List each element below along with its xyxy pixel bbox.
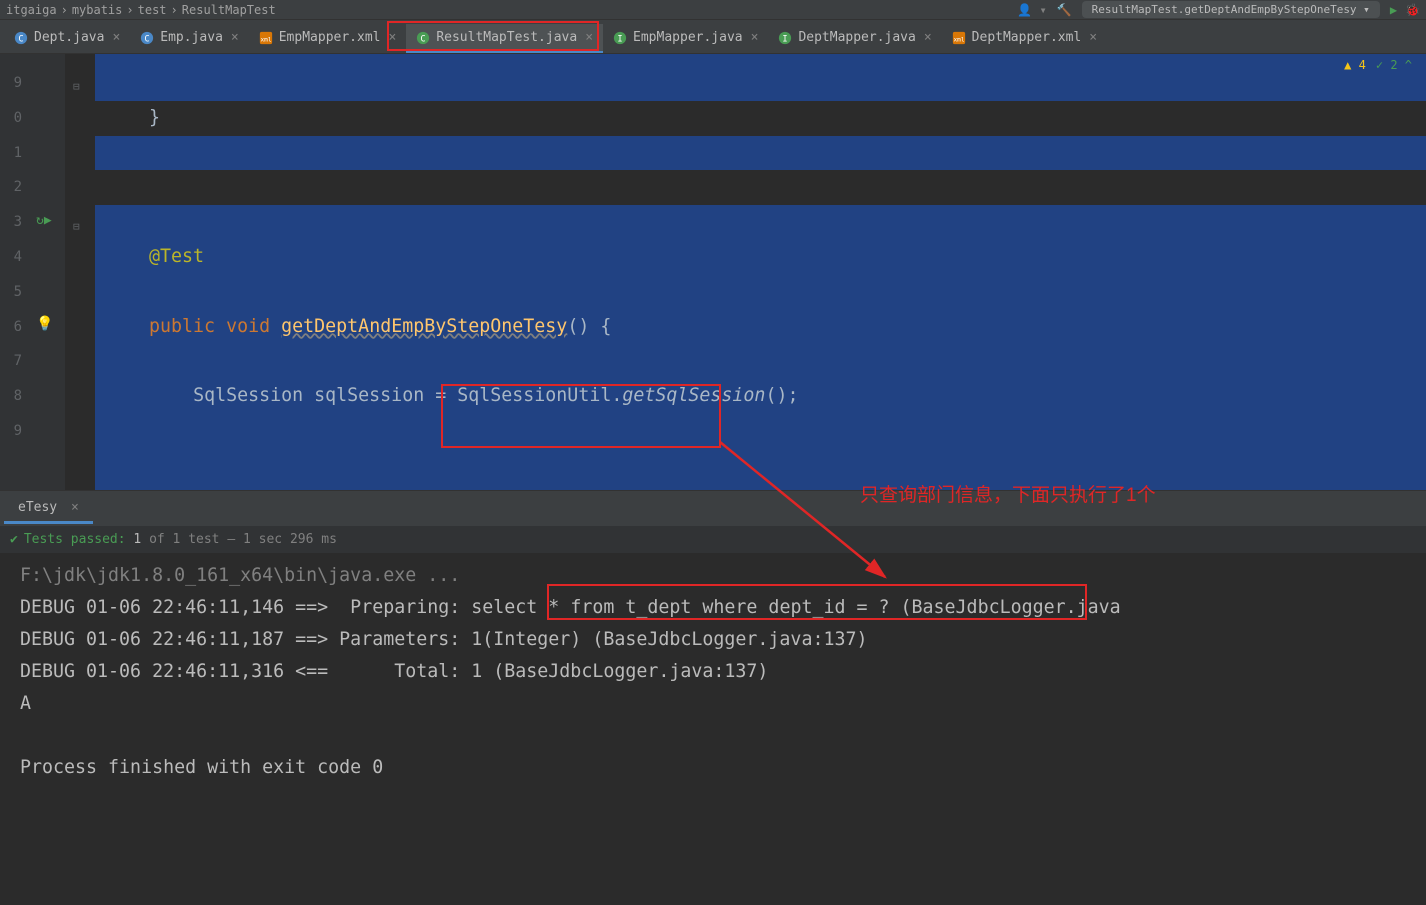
tab-empmapper-xml[interactable]: xml EmpMapper.xml × <box>249 24 407 53</box>
fold-icon[interactable]: ⊟ <box>73 70 80 105</box>
run-panel-tabs: eTesy × <box>0 490 1426 526</box>
tab-label: DeptMapper.xml <box>972 30 1082 45</box>
breadcrumb-item[interactable]: itgaiga <box>6 3 57 17</box>
code-brace: } <box>149 107 160 128</box>
breadcrumb-item[interactable]: ResultMapTest <box>182 3 276 17</box>
java-interface-icon: I <box>778 31 792 45</box>
console-output[interactable]: F:\jdk\jdk1.8.0_161_x64\bin\java.exe ...… <box>0 554 1426 905</box>
close-icon[interactable]: × <box>1089 30 1097 45</box>
run-config-dropdown[interactable]: ResultMapTest.getDeptAndEmpByStepOneTesy… <box>1082 1 1380 18</box>
close-icon[interactable]: × <box>585 30 593 45</box>
close-icon[interactable]: × <box>231 30 239 45</box>
tab-label: EmpMapper.java <box>633 30 743 45</box>
svg-text:I: I <box>617 34 622 44</box>
chevron-right-icon: › <box>61 3 68 17</box>
svg-text:C: C <box>421 34 426 44</box>
check-icon: ✔ <box>10 532 18 547</box>
console-line: F:\jdk\jdk1.8.0_161_x64\bin\java.exe ... <box>0 560 1426 592</box>
tab-emp-java[interactable]: C Emp.java × <box>130 24 248 53</box>
svg-text:C: C <box>145 34 150 44</box>
breadcrumb-item[interactable]: mybatis <box>72 3 123 17</box>
code-annotation: @Test <box>149 246 204 267</box>
java-interface-icon: I <box>613 31 627 45</box>
tab-deptmapper-xml[interactable]: xml DeptMapper.xml × <box>942 24 1107 53</box>
tab-label: DeptMapper.java <box>798 30 915 45</box>
chevron-right-icon: › <box>171 3 178 17</box>
warnings-badge[interactable]: ▲ 4 <box>1344 58 1366 72</box>
run-test-gutter-icon[interactable]: ↻▶ <box>36 204 52 239</box>
svg-text:xml: xml <box>953 36 964 43</box>
run-icon[interactable]: ▶ <box>1390 3 1397 17</box>
java-class-icon: C <box>416 31 430 45</box>
close-icon[interactable]: × <box>388 30 396 45</box>
tests-passed-label: Tests passed: <box>24 532 126 547</box>
tests-passed-count: 1 <box>133 532 141 547</box>
tab-label: Emp.java <box>160 30 223 45</box>
console-line <box>0 720 1426 752</box>
svg-text:I: I <box>783 34 788 44</box>
method-name: getDeptAndEmpByStepOneTesy <box>281 316 567 337</box>
tab-label: EmpMapper.xml <box>279 30 381 45</box>
tab-deptmapper-java[interactable]: I DeptMapper.java × <box>768 24 941 53</box>
tab-empmapper-java[interactable]: I EmpMapper.java × <box>603 24 768 53</box>
intention-bulb-icon[interactable]: 💡 <box>36 307 53 342</box>
breadcrumb-bar: itgaiga › mybatis › test › ResultMapTest… <box>0 0 1426 20</box>
test-status-bar: ✔ Tests passed: 1 of 1 test – 1 sec 296 … <box>0 526 1426 554</box>
breadcrumb[interactable]: itgaiga › mybatis › test › ResultMapTest <box>6 3 276 17</box>
annotation-text: 只查询部门信息，下面只执行了1个 <box>860 480 1156 507</box>
console-line: DEBUG 01-06 22:46:11,187 ==> Parameters:… <box>0 624 1426 656</box>
xml-file-icon: xml <box>952 31 966 45</box>
svg-text:C: C <box>18 34 23 44</box>
chevron-right-icon: › <box>126 3 133 17</box>
tab-dept-java[interactable]: C Dept.java × <box>4 24 130 53</box>
console-line: DEBUG 01-06 22:46:11,316 <== Total: 1 (B… <box>0 656 1426 688</box>
line-numbers: 9 0 1 2 3 4 5 6 7 8 9 <box>0 54 30 490</box>
close-icon[interactable]: × <box>112 30 120 45</box>
svg-text:xml: xml <box>260 36 271 43</box>
close-icon[interactable]: × <box>71 500 79 515</box>
java-class-icon: C <box>140 31 154 45</box>
run-tab[interactable]: eTesy × <box>4 494 93 524</box>
fold-column: ⊟ ⊟ <box>65 54 95 490</box>
editor-tabs: C Dept.java × C Emp.java × xml EmpMapper… <box>0 20 1426 54</box>
gutter-icons: ↻▶ 💡 <box>30 54 65 490</box>
checks-badge[interactable]: ✓ 2 ^ <box>1376 58 1412 72</box>
code-editor[interactable]: ▲ 4 ✓ 2 ^ 9 0 1 2 3 4 5 6 7 8 9 ↻▶ 💡 ⊟ ⊟… <box>0 54 1426 490</box>
console-line: Process finished with exit code 0 <box>0 752 1426 784</box>
close-icon[interactable]: × <box>924 30 932 45</box>
fold-icon[interactable]: ⊟ <box>73 210 80 245</box>
java-class-icon: C <box>14 31 28 45</box>
user-icon[interactable]: 👤 ▾ <box>1017 3 1046 17</box>
xml-file-icon: xml <box>259 31 273 45</box>
build-icon[interactable]: 🔨 <box>1057 3 1072 17</box>
console-line: DEBUG 01-06 22:46:11,146 ==> Preparing: … <box>0 592 1426 624</box>
tab-resultmaptest-java[interactable]: C ResultMapTest.java × <box>406 24 603 53</box>
debug-icon[interactable]: 🐞 <box>1405 3 1420 17</box>
close-icon[interactable]: × <box>751 30 759 45</box>
tab-label: Dept.java <box>34 30 104 45</box>
breadcrumb-item[interactable]: test <box>138 3 167 17</box>
console-line: A <box>0 688 1426 720</box>
tab-label: ResultMapTest.java <box>436 30 577 45</box>
